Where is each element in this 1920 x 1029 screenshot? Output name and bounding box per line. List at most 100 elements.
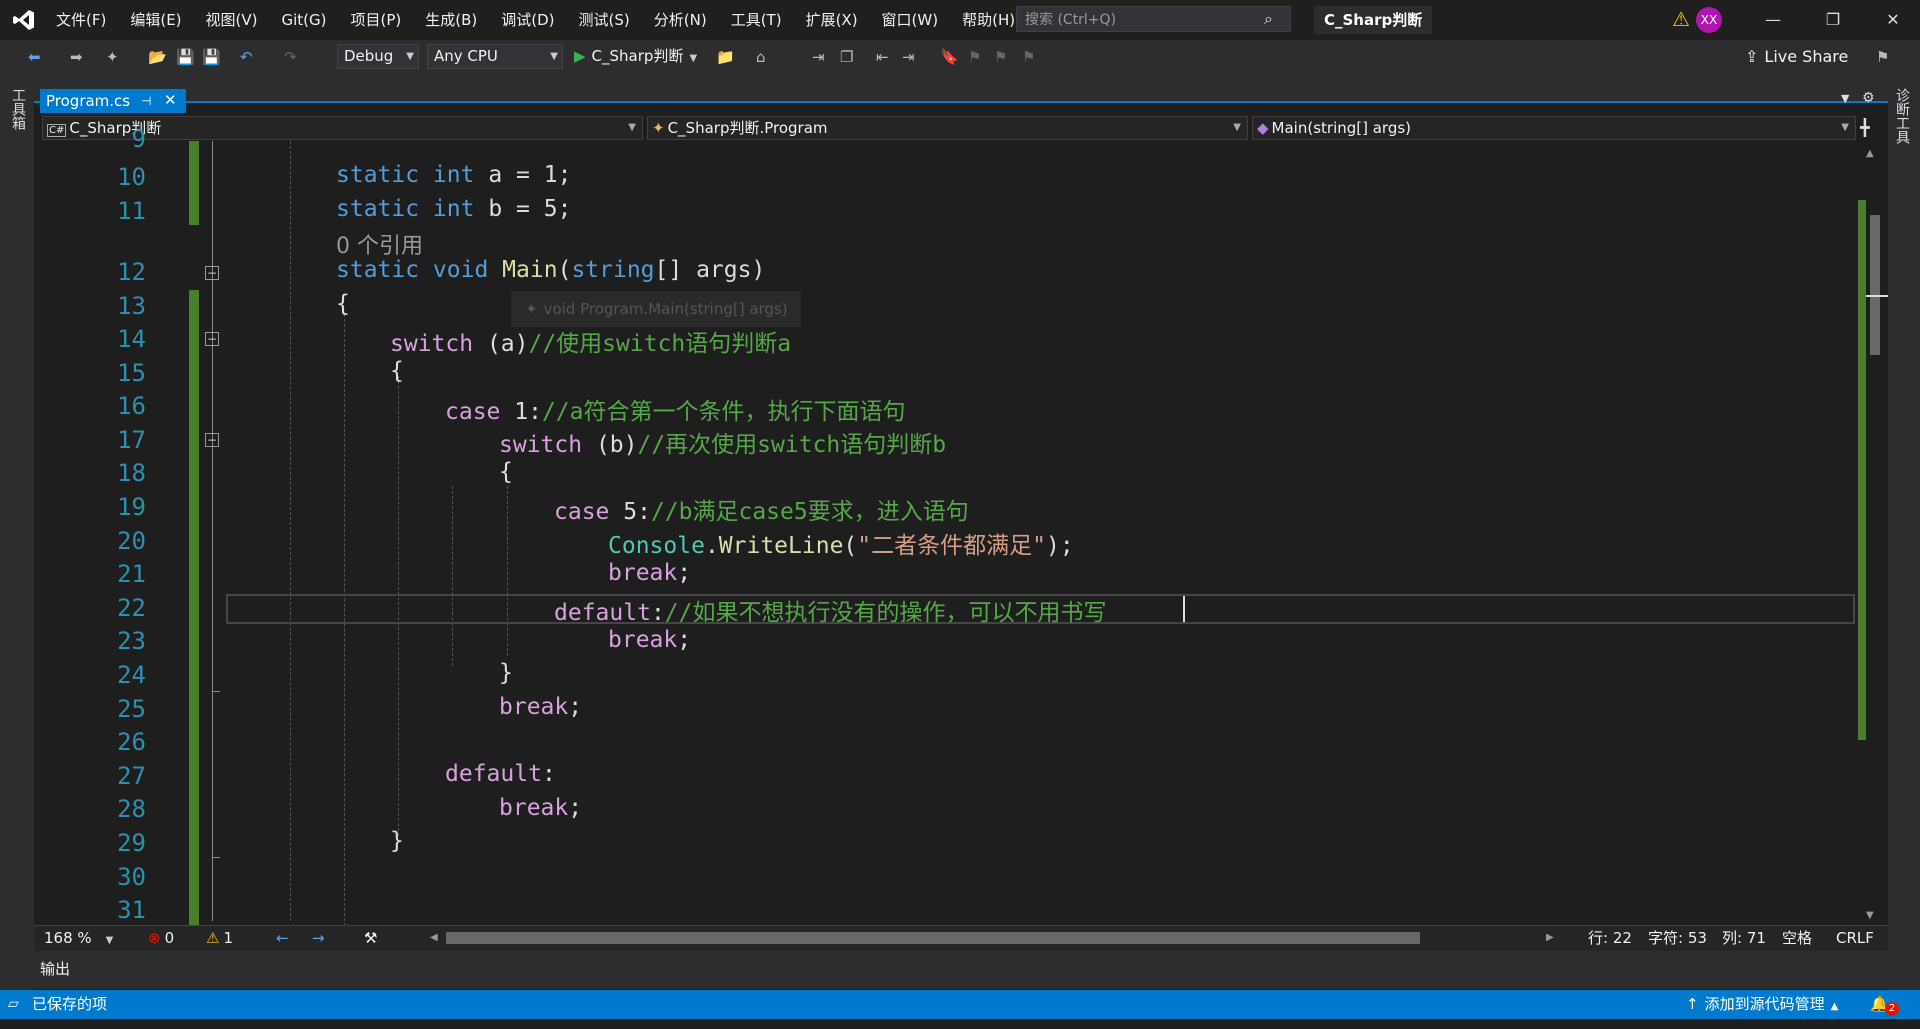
line-number: 27 bbox=[117, 762, 146, 790]
code-text: : bbox=[650, 600, 665, 626]
live-share-button[interactable]: ⇪ Live Share bbox=[1745, 44, 1848, 69]
indent-icon[interactable]: ⇥ bbox=[902, 46, 915, 68]
menu-tools[interactable]: 工具(T) bbox=[719, 0, 794, 40]
class-dropdown[interactable]: ✦ C_Sharp判断.Program ▼ bbox=[647, 116, 1248, 140]
code-text: 1: bbox=[500, 399, 542, 425]
config-select[interactable]: Debug ▼ bbox=[337, 44, 419, 69]
new-project-icon[interactable]: ✦ bbox=[106, 46, 119, 68]
search-icon[interactable]: ⌕ bbox=[1264, 9, 1282, 28]
line-indicator[interactable]: 行: 22 bbox=[1588, 928, 1632, 948]
line-number: 18 bbox=[117, 459, 146, 487]
collapse-icon[interactable]: − bbox=[205, 266, 219, 280]
collapse-icon[interactable]: − bbox=[205, 332, 219, 346]
restore-icon[interactable]: ❐ bbox=[1810, 0, 1856, 40]
comment: //再次使用switch语句判断b bbox=[637, 432, 947, 458]
menu-project[interactable]: 项目(P) bbox=[339, 0, 414, 40]
undo-icon[interactable]: ↶ bbox=[240, 46, 253, 68]
warning-count: 1 bbox=[223, 929, 233, 947]
split-editor-icon[interactable]: ╋ bbox=[1860, 118, 1870, 137]
menu-git[interactable]: Git(G) bbox=[270, 0, 339, 40]
next-bookmark-icon[interactable]: ⚑ bbox=[994, 46, 1007, 68]
collapse-icon[interactable]: − bbox=[205, 433, 219, 447]
save-icon[interactable]: 💾 bbox=[176, 46, 195, 68]
platform-select[interactable]: Any CPU ▼ bbox=[427, 44, 563, 69]
diagnostics-tab[interactable]: 诊断工具 bbox=[1892, 88, 1912, 144]
toolbox-tab[interactable]: 工具箱 bbox=[8, 88, 28, 130]
avatar[interactable]: XX bbox=[1696, 7, 1722, 33]
horizontal-scroll-thumb[interactable] bbox=[446, 932, 1420, 944]
prev-bookmark-icon[interactable]: ⚑ bbox=[968, 46, 981, 68]
feedback-icon[interactable]: ⚑ bbox=[1876, 46, 1889, 68]
zoom-select[interactable]: 168 % ▼ bbox=[44, 928, 113, 948]
change-marker bbox=[189, 290, 199, 925]
open-folder-icon[interactable]: 📂 bbox=[148, 46, 167, 68]
member-dropdown[interactable]: ◆ Main(string[] args) ▼ bbox=[1252, 116, 1856, 140]
class-value: C_Sharp判断.Program bbox=[667, 119, 828, 137]
outdent-icon[interactable]: ⇤ bbox=[876, 46, 889, 68]
redo-icon[interactable]: ↷ bbox=[284, 46, 297, 68]
search-input[interactable]: 搜索 (Ctrl+Q) bbox=[1016, 6, 1291, 32]
scroll-thumb[interactable] bbox=[1870, 215, 1880, 355]
errors-indicator[interactable]: ⊗ 0 bbox=[148, 928, 174, 948]
pin-icon[interactable]: ⊣ bbox=[141, 91, 151, 111]
minimize-icon[interactable]: — bbox=[1750, 0, 1796, 40]
menu-build[interactable]: 生成(B) bbox=[413, 0, 489, 40]
codelens-references[interactable]: 0 个引用 bbox=[336, 228, 423, 260]
menu-debug[interactable]: 调试(D) bbox=[489, 0, 566, 40]
gear-icon[interactable]: ⚙ bbox=[1862, 90, 1875, 106]
chevron-down-icon[interactable]: ▼ bbox=[689, 53, 697, 64]
tab-list-icon[interactable]: ▼ bbox=[1841, 92, 1849, 105]
chevron-down-icon: ▼ bbox=[406, 51, 414, 62]
whitespace-indicator[interactable]: 空格 bbox=[1782, 928, 1812, 948]
eol-indicator[interactable]: CRLF bbox=[1836, 928, 1874, 948]
play-icon: ▶ bbox=[574, 47, 586, 65]
forward-icon[interactable]: ➡ bbox=[70, 46, 83, 68]
menu-file[interactable]: 文件(F) bbox=[44, 0, 118, 40]
code-line: switch (a)//使用switch语句判断a bbox=[390, 324, 791, 358]
clear-bookmarks-icon[interactable]: ⚑ bbox=[1022, 46, 1035, 68]
output-tab[interactable]: 输出 bbox=[40, 958, 70, 979]
home-icon[interactable]: ⌂ bbox=[756, 46, 766, 68]
folder-icon[interactable]: 📁 bbox=[716, 46, 735, 68]
scroll-right-icon[interactable]: ▶ bbox=[1546, 928, 1554, 948]
code-line: } bbox=[499, 660, 513, 686]
vs-logo-icon[interactable] bbox=[12, 8, 36, 32]
indent-guide bbox=[507, 486, 508, 656]
prev-issue-icon[interactable]: ← bbox=[276, 928, 289, 948]
code-text: . bbox=[704, 533, 719, 559]
output-pane bbox=[34, 951, 1888, 989]
menu-test[interactable]: 测试(S) bbox=[567, 0, 642, 40]
menu-view[interactable]: 视图(V) bbox=[194, 0, 270, 40]
close-tab-icon[interactable]: ✕ bbox=[164, 90, 177, 110]
col-indicator[interactable]: 列: 71 bbox=[1722, 928, 1766, 948]
warning-icon: ⚠ bbox=[206, 929, 220, 947]
menu-edit[interactable]: 编辑(E) bbox=[118, 0, 193, 40]
add-to-source-control-button[interactable]: ↑ 添加到源代码管理 ▲ bbox=[1686, 994, 1838, 1017]
bookmark-icon[interactable]: 🔖 bbox=[940, 46, 959, 68]
scroll-left-icon[interactable]: ◀ bbox=[430, 928, 438, 948]
code-line: static int a = 1; bbox=[336, 162, 571, 188]
step-icon[interactable]: ⇥ bbox=[812, 46, 825, 68]
close-icon[interactable]: ✕ bbox=[1870, 0, 1916, 40]
warning-icon[interactable]: ⚠ bbox=[1672, 9, 1692, 29]
warnings-indicator[interactable]: ⚠ 1 bbox=[206, 928, 233, 948]
menu-analyze[interactable]: 分析(N) bbox=[642, 0, 719, 40]
line-number: 30 bbox=[117, 863, 146, 891]
copy-icon[interactable]: ❐ bbox=[840, 46, 853, 68]
code-cleanup-icon[interactable]: ⚒ bbox=[364, 928, 377, 948]
keyword: break bbox=[499, 795, 569, 821]
menu-extensions[interactable]: 扩展(X) bbox=[794, 0, 870, 40]
back-icon[interactable]: ⬅ bbox=[28, 46, 41, 68]
scroll-up-icon[interactable]: ▲ bbox=[1866, 148, 1874, 159]
run-button[interactable]: ▶ C_Sharp判断 ▼ bbox=[574, 44, 697, 69]
menu-window[interactable]: 窗口(W) bbox=[870, 0, 951, 40]
save-all-icon[interactable]: 💾 bbox=[202, 46, 221, 68]
string-literal: "二者条件都满足" bbox=[857, 533, 1046, 559]
scroll-down-icon[interactable]: ▼ bbox=[1866, 910, 1874, 921]
solution-title: C_Sharp判断 bbox=[1314, 6, 1433, 34]
char-indicator[interactable]: 字符: 53 bbox=[1648, 928, 1707, 948]
next-issue-icon[interactable]: → bbox=[312, 928, 325, 948]
code-line: break; bbox=[499, 795, 582, 821]
menu-bar: 文件(F) 编辑(E) 视图(V) Git(G) 项目(P) 生成(B) 调试(… bbox=[44, 0, 1027, 40]
class-icon: ✦ bbox=[652, 119, 665, 137]
